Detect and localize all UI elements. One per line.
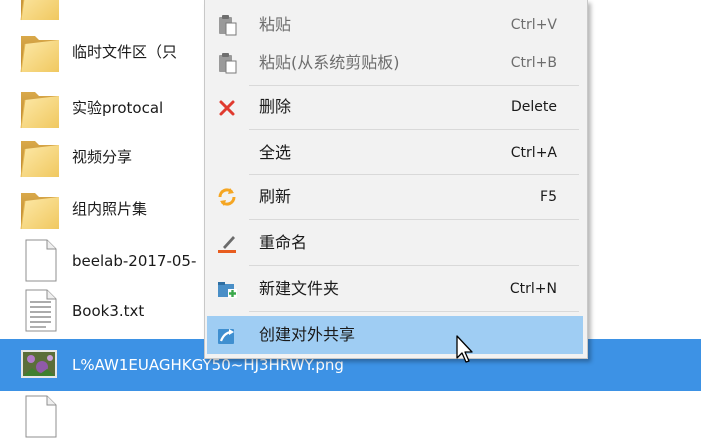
new-folder-icon [218, 282, 237, 298]
menu-shortcut: Delete [511, 99, 557, 115]
file-row[interactable] [0, 391, 701, 443]
menu-separator [249, 85, 579, 86]
context-menu: 粘贴 Ctrl+V 粘贴(从系统剪贴板) Ctrl+B 删除 Delete 全选… [204, 0, 588, 359]
folder-icon [18, 28, 62, 74]
menu-item-paste-system[interactable]: 粘贴(从系统剪贴板) Ctrl+B [207, 44, 583, 82]
menu-label: 新建文件夹 [259, 279, 340, 298]
paste-icon [219, 15, 237, 36]
folder-icon [18, 185, 62, 231]
mouse-cursor-icon [456, 335, 473, 363]
share-icon [218, 329, 234, 344]
menu-label: 刷新 [259, 187, 292, 206]
document-icon [18, 393, 62, 439]
menu-item-delete[interactable]: 删除 Delete [207, 88, 583, 126]
menu-item-paste[interactable]: 粘贴 Ctrl+V [207, 6, 583, 44]
file-name: 视频分享 [72, 148, 133, 166]
menu-label: 删除 [259, 97, 292, 116]
menu-separator [249, 129, 579, 130]
menu-separator [249, 311, 579, 312]
file-name: 实验protocal [72, 99, 164, 117]
folder-icon [18, 84, 62, 130]
file-name: beelab-2017-05- [72, 252, 197, 270]
menu-separator [249, 265, 579, 266]
menu-shortcut: F5 [540, 189, 557, 205]
file-name: Book3.txt [72, 302, 145, 320]
menu-item-refresh[interactable]: 刷新 F5 [207, 178, 583, 216]
menu-label: 粘贴(从系统剪贴板) [259, 53, 400, 72]
menu-label: 全选 [259, 143, 292, 162]
text-file-icon [18, 287, 62, 333]
folder-icon [18, 133, 62, 179]
menu-shortcut: Ctrl+N [509, 281, 557, 297]
file-name: 临时文件区（只 [72, 43, 178, 61]
menu-item-create-share[interactable]: 创建对外共享 [207, 316, 583, 354]
menu-shortcut: Ctrl+A [510, 145, 557, 161]
menu-shortcut: Ctrl+V [510, 17, 557, 33]
menu-item-new-folder[interactable]: 新建文件夹 Ctrl+N [207, 270, 583, 308]
delete-icon [219, 100, 235, 116]
menu-separator [249, 174, 579, 175]
menu-shortcut: Ctrl+B [510, 55, 557, 71]
document-icon [18, 237, 62, 283]
paste-icon [219, 53, 237, 74]
menu-label: 创建对外共享 [259, 325, 356, 344]
menu-label: 重命名 [259, 233, 308, 252]
menu-item-select-all[interactable]: 全选 Ctrl+A [207, 134, 583, 172]
menu-item-rename[interactable]: 重命名 [207, 224, 583, 262]
file-name: 组内照片集 [72, 200, 148, 218]
menu-label: 粘贴 [259, 15, 292, 34]
menu-separator [249, 219, 579, 220]
refresh-icon [218, 188, 236, 206]
rename-icon [218, 236, 236, 253]
folder-icon [18, 0, 62, 22]
image-file-icon [18, 341, 62, 387]
